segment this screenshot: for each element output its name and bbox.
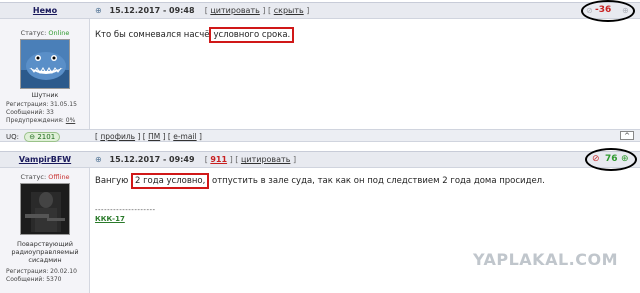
- post2-stats: Регистрация: 20.02.10 Сообщений: 5370: [6, 268, 77, 283]
- scroll-up-button[interactable]: ^: [620, 131, 634, 140]
- post1-stats: Регистрация: 31.05.15 Сообщений: 33 Пред…: [6, 101, 77, 124]
- post-anchor-icon[interactable]: ⊕: [95, 6, 103, 15]
- post2-meta: ⊕ 15.12.2017 - 09:49 [ 911 ] [ цитироват…: [95, 155, 297, 164]
- post2-hot-count[interactable]: 911: [210, 155, 227, 164]
- post1-quote-link[interactable]: цитировать: [210, 6, 259, 15]
- signature-divider: --------------------: [95, 206, 156, 214]
- avatar[interactable]: [20, 183, 70, 235]
- post1-user-panel: Статус: Online Шутник Регистрация: 31.05…: [0, 19, 90, 129]
- post1-hide-link[interactable]: скрыть: [274, 6, 304, 15]
- warnings-link[interactable]: 0%: [66, 117, 76, 124]
- post1-rating-oval: [581, 0, 635, 22]
- pm-link[interactable]: ПМ: [148, 132, 160, 141]
- post1-uq: UQ: ⊖ 2101: [6, 132, 61, 142]
- signature-link[interactable]: ККК-17: [95, 215, 125, 223]
- post2-datetime: 15.12.2017 - 09:49: [109, 155, 195, 164]
- post1-footer-links: [ профиль ] [ ПМ ] [ e-mail ]: [95, 132, 202, 141]
- post2-body: Вангую 2 года условно, отпустить в зале …: [95, 173, 545, 189]
- post1-avatar-caption: Шутник: [31, 91, 59, 99]
- post-anchor-icon[interactable]: ⊕: [95, 155, 103, 164]
- post2-highlight: 2 года условно,: [130, 173, 210, 189]
- post2-status: Статус: Offline: [20, 173, 70, 181]
- post2-header: VampirBFW ⊕ 15.12.2017 - 09:49 [ 911 ] […: [0, 151, 640, 168]
- avatar[interactable]: [20, 39, 70, 89]
- post2-author-link[interactable]: VampirBFW: [0, 155, 90, 164]
- post2-user-panel: Статус: Offline Повар​ствующий радиоупра…: [0, 168, 90, 293]
- post1-author-link[interactable]: Немо: [0, 6, 90, 15]
- post1-body: Кто бы сомневался насчё условного срока.: [95, 27, 295, 43]
- email-link[interactable]: e-mail: [173, 132, 196, 141]
- post1-datetime: 15.12.2017 - 09:48: [109, 6, 195, 15]
- post1-highlight: условного срока.: [209, 27, 295, 43]
- post1-footer: UQ: ⊖ 2101 [ профиль ] [ ПМ ] [ e-mail ]…: [0, 129, 640, 142]
- profile-link[interactable]: профиль: [100, 132, 135, 141]
- uq-badge: ⊖ 2101: [24, 132, 61, 142]
- post2-rating-oval: [585, 148, 637, 171]
- post2-avatar-caption: Повар​ствующий радиоуправляемый сисадмин: [11, 240, 79, 264]
- post1-status: Статус: Online: [20, 29, 70, 37]
- post1-meta: ⊕ 15.12.2017 - 09:48 [ цитировать ] [ ск…: [95, 6, 310, 15]
- post2-quote-link[interactable]: цитировать: [241, 155, 290, 164]
- watermark-logo: YAPLAKAL.COM: [472, 250, 618, 269]
- post1-header: Немо ⊕ 15.12.2017 - 09:48 [ цитировать ]…: [0, 2, 640, 19]
